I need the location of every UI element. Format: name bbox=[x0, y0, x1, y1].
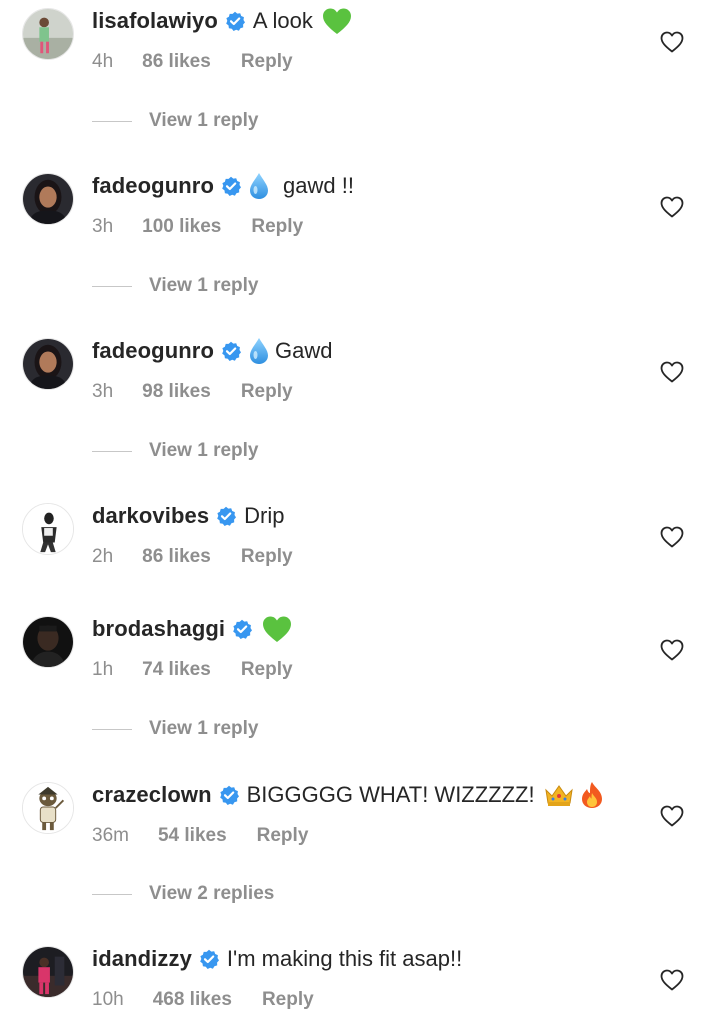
avatar[interactable] bbox=[22, 338, 74, 390]
verified-badge-icon bbox=[219, 785, 239, 805]
comment-text: I'm making this fit asap!! bbox=[226, 946, 463, 971]
comment-line: idandizzy I'm making this fit asap!! bbox=[92, 942, 462, 976]
comment-meta: 3h 98 likes Reply bbox=[92, 378, 293, 406]
comment-text: A look bbox=[252, 8, 313, 33]
username[interactable]: brodashaggi bbox=[92, 612, 225, 646]
comment-item: fadeogunro gawd !! 3h 100 likes Reply bbox=[0, 169, 720, 239]
timestamp: 3h bbox=[92, 216, 114, 237]
view-replies-button[interactable]: View 1 reply bbox=[92, 273, 259, 299]
like-heart-icon[interactable] bbox=[660, 526, 684, 548]
avatar[interactable] bbox=[22, 782, 74, 834]
like-heart-icon[interactable] bbox=[660, 196, 684, 218]
comment-text: gawd !! bbox=[283, 173, 354, 198]
like-heart-icon[interactable] bbox=[660, 805, 684, 827]
reply-button[interactable]: Reply bbox=[251, 216, 303, 238]
droplet-icon bbox=[249, 337, 269, 365]
avatar[interactable] bbox=[22, 173, 74, 225]
comment-text: BIGGGGG WHAT! WIZZZZZ! bbox=[246, 782, 535, 807]
comment-line: darkovibes Drip bbox=[92, 499, 285, 533]
timestamp: 4h bbox=[92, 51, 114, 72]
comment-meta: 4h 86 likes Reply bbox=[92, 48, 293, 76]
green-heart-icon bbox=[322, 8, 352, 35]
likes-count[interactable]: 468 likes bbox=[153, 989, 232, 1011]
like-heart-icon[interactable] bbox=[660, 639, 684, 661]
likes-count[interactable]: 86 likes bbox=[142, 546, 211, 568]
view-replies-button[interactable]: View 1 reply bbox=[92, 716, 259, 742]
username[interactable]: lisafolawiyo bbox=[92, 4, 218, 38]
comment-meta: 36m 54 likes Reply bbox=[92, 822, 308, 850]
view-replies-label[interactable]: View 1 reply bbox=[149, 718, 259, 740]
username[interactable]: fadeogunro bbox=[92, 334, 214, 368]
timestamp: 2h bbox=[92, 546, 114, 567]
avatar[interactable] bbox=[22, 616, 74, 668]
verified-badge-icon bbox=[216, 506, 237, 526]
view-replies-label[interactable]: View 1 reply bbox=[149, 440, 259, 462]
fire-icon bbox=[580, 781, 604, 809]
comment-meta: 1h 74 likes Reply bbox=[92, 656, 293, 684]
avatar[interactable] bbox=[22, 8, 74, 60]
comment-item: brodashaggi 1h 74 likes Reply bbox=[0, 612, 720, 682]
verified-badge-icon bbox=[225, 11, 245, 31]
reply-button[interactable]: Reply bbox=[241, 659, 293, 681]
username[interactable]: crazeclown bbox=[92, 778, 212, 812]
verified-badge-icon bbox=[221, 176, 241, 196]
view-replies-button[interactable]: View 1 reply bbox=[92, 108, 259, 134]
likes-count[interactable]: 86 likes bbox=[142, 51, 211, 73]
comment-meta: 3h 100 likes Reply bbox=[92, 213, 303, 241]
like-heart-icon[interactable] bbox=[660, 31, 684, 53]
divider-line bbox=[92, 285, 132, 287]
divider-line bbox=[92, 728, 132, 730]
likes-count[interactable]: 98 likes bbox=[142, 381, 211, 403]
comment-meta: 10h 468 likes Reply bbox=[92, 986, 314, 1014]
comment-text: Gawd bbox=[275, 338, 333, 363]
likes-count[interactable]: 54 likes bbox=[158, 825, 227, 847]
username[interactable]: darkovibes bbox=[92, 499, 209, 533]
timestamp: 3h bbox=[92, 381, 114, 402]
likes-count[interactable]: 100 likes bbox=[142, 216, 221, 238]
reply-button[interactable]: Reply bbox=[241, 546, 293, 568]
comment-line: brodashaggi bbox=[92, 612, 292, 646]
comment-item: idandizzy I'm making this fit asap!! 10h… bbox=[0, 942, 720, 1012]
comment-line: crazeclown BIGGGGG WHAT! WIZZZZZ! bbox=[92, 778, 604, 812]
view-replies-label[interactable]: View 1 reply bbox=[149, 110, 259, 132]
avatar[interactable] bbox=[22, 503, 74, 555]
divider-line bbox=[92, 120, 132, 122]
comment-text: Drip bbox=[244, 503, 285, 528]
reply-button[interactable]: Reply bbox=[241, 51, 293, 73]
comment-line: fadeogunro gawd !! bbox=[92, 169, 354, 203]
reply-button[interactable]: Reply bbox=[257, 825, 309, 847]
view-replies-button[interactable]: View 2 replies bbox=[92, 881, 274, 907]
verified-badge-icon bbox=[232, 619, 253, 639]
like-heart-icon[interactable] bbox=[660, 361, 684, 383]
view-replies-button[interactable]: View 1 reply bbox=[92, 438, 259, 464]
droplet-icon bbox=[249, 172, 269, 200]
timestamp: 10h bbox=[92, 989, 124, 1010]
comment-meta: 2h 86 likes Reply bbox=[92, 543, 293, 571]
verified-badge-icon bbox=[221, 341, 241, 361]
comment-item: crazeclown BIGGGGG WHAT! WIZZZZZ! 36m 54… bbox=[0, 778, 720, 848]
likes-count[interactable]: 74 likes bbox=[142, 659, 211, 681]
crown-icon bbox=[544, 783, 574, 807]
timestamp: 1h bbox=[92, 659, 114, 680]
green-heart-icon bbox=[262, 616, 292, 643]
view-replies-label[interactable]: View 2 replies bbox=[149, 883, 274, 905]
divider-line bbox=[92, 450, 132, 452]
verified-badge-icon bbox=[199, 949, 219, 969]
like-heart-icon[interactable] bbox=[660, 969, 684, 991]
divider-line bbox=[92, 893, 132, 895]
timestamp: 36m bbox=[92, 825, 129, 846]
username[interactable]: fadeogunro bbox=[92, 169, 214, 203]
comment-line: fadeogunro Gawd bbox=[92, 334, 332, 368]
comment-item: lisafolawiyo A look 4h 86 likes Reply bbox=[0, 4, 720, 74]
avatar[interactable] bbox=[22, 946, 74, 998]
comment-line: lisafolawiyo A look bbox=[92, 4, 352, 38]
username[interactable]: idandizzy bbox=[92, 942, 192, 976]
reply-button[interactable]: Reply bbox=[241, 381, 293, 403]
view-replies-label[interactable]: View 1 reply bbox=[149, 275, 259, 297]
comment-item: darkovibes Drip 2h 86 likes Reply bbox=[0, 499, 720, 569]
comment-item: fadeogunro Gawd 3h 98 likes Reply bbox=[0, 334, 720, 404]
reply-button[interactable]: Reply bbox=[262, 989, 314, 1011]
